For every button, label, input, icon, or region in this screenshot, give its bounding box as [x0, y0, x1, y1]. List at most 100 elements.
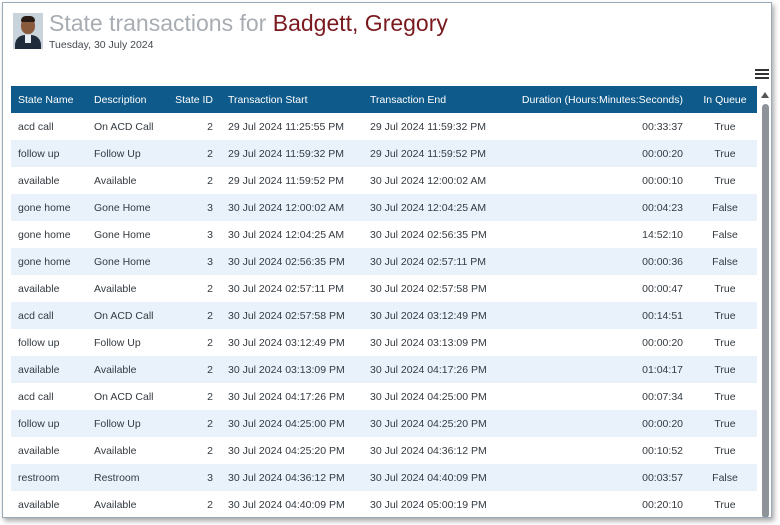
cell-transaction-end: 30 Jul 2024 02:57:58 PM [363, 275, 513, 302]
cell-in-queue: False [693, 221, 757, 248]
table-row[interactable]: follow up Follow Up 2 30 Jul 2024 03:12:49 … [11, 329, 757, 356]
cell-description: On ACD Call [87, 302, 165, 329]
table-row[interactable]: follow up Follow Up 2 29 Jul 2024 11:59:32 … [11, 140, 757, 167]
column-header-in-queue[interactable]: In Queue [693, 86, 757, 113]
cell-state-name: gone home [11, 221, 87, 248]
cell-transaction-end: 30 Jul 2024 04:40:09 PM [363, 464, 513, 491]
table-row[interactable]: available Available 2 30 Jul 2024 02:57:11 … [11, 275, 757, 302]
cell-transaction-start: 30 Jul 2024 04:40:09 PM [221, 491, 363, 517]
table-row[interactable]: available Available 2 30 Jul 2024 03:13:09 … [11, 356, 757, 383]
vertical-scrollbar[interactable] [759, 86, 771, 517]
cell-transaction-start: 30 Jul 2024 04:17:26 PM [221, 383, 363, 410]
cell-duration: 14:52:10 [513, 221, 693, 248]
cell-transaction-end: 30 Jul 2024 12:00:02 AM [363, 167, 513, 194]
column-header-transaction-end[interactable]: Transaction End [363, 86, 513, 113]
hamburger-menu-icon[interactable] [755, 67, 769, 81]
cell-transaction-end: 29 Jul 2024 11:59:32 PM [363, 113, 513, 140]
cell-state-name: restroom [11, 464, 87, 491]
cell-state-name: available [11, 356, 87, 383]
cell-transaction-end: 30 Jul 2024 02:56:35 PM [363, 221, 513, 248]
cell-state-id: 2 [165, 167, 221, 194]
cell-transaction-start: 30 Jul 2024 03:13:09 PM [221, 356, 363, 383]
cell-description: On ACD Call [87, 383, 165, 410]
cell-state-name: available [11, 275, 87, 302]
cell-transaction-start: 30 Jul 2024 02:57:58 PM [221, 302, 363, 329]
cell-state-name: acd call [11, 113, 87, 140]
table-row[interactable]: acd call On ACD Call 2 30 Jul 2024 04:17:26… [11, 383, 757, 410]
cell-state-id: 3 [165, 221, 221, 248]
table-row[interactable]: gone home Gone Home 3 30 Jul 2024 12:04:25 … [11, 221, 757, 248]
cell-duration: 01:04:17 [513, 356, 693, 383]
cell-description: Available [87, 491, 165, 517]
cell-duration: 00:33:37 [513, 113, 693, 140]
cell-duration: 00:00:36 [513, 248, 693, 275]
cell-transaction-end: 30 Jul 2024 04:36:12 PM [363, 437, 513, 464]
cell-description: On ACD Call [87, 113, 165, 140]
cell-state-name: available [11, 491, 87, 517]
title-prefix: State transactions for [49, 10, 267, 36]
cell-transaction-end: 30 Jul 2024 03:13:09 PM [363, 329, 513, 356]
cell-in-queue: False [693, 194, 757, 221]
cell-transaction-end: 30 Jul 2024 05:00:19 PM [363, 491, 513, 517]
cell-state-name: available [11, 437, 87, 464]
cell-in-queue: True [693, 275, 757, 302]
cell-in-queue: False [693, 248, 757, 275]
column-header-state-name[interactable]: State Name [11, 86, 87, 113]
cell-description: Available [87, 437, 165, 464]
cell-duration: 00:04:23 [513, 194, 693, 221]
cell-transaction-end: 30 Jul 2024 04:25:20 PM [363, 410, 513, 437]
cell-state-id: 3 [165, 464, 221, 491]
column-header-transaction-start[interactable]: Transaction Start [221, 86, 363, 113]
cell-description: Follow Up [87, 410, 165, 437]
table-row[interactable]: acd call On ACD Call 2 30 Jul 2024 02:57:58… [11, 302, 757, 329]
table-row[interactable]: gone home Gone Home 3 30 Jul 2024 02:56:35 … [11, 248, 757, 275]
cell-transaction-start: 30 Jul 2024 12:04:25 AM [221, 221, 363, 248]
cell-duration: 00:00:20 [513, 410, 693, 437]
cell-transaction-start: 30 Jul 2024 04:36:12 PM [221, 464, 363, 491]
cell-state-id: 2 [165, 383, 221, 410]
table-row[interactable]: available Available 2 30 Jul 2024 04:25:20 … [11, 437, 757, 464]
scroll-up-arrow-icon[interactable] [761, 92, 769, 98]
cell-state-id: 3 [165, 194, 221, 221]
cell-duration: 00:10:52 [513, 437, 693, 464]
cell-transaction-start: 30 Jul 2024 03:12:49 PM [221, 329, 363, 356]
cell-state-id: 2 [165, 140, 221, 167]
cell-in-queue: False [693, 464, 757, 491]
cell-duration: 00:14:51 [513, 302, 693, 329]
cell-in-queue: True [693, 113, 757, 140]
cell-state-id: 2 [165, 113, 221, 140]
cell-duration: 00:20:10 [513, 491, 693, 517]
agent-name: Badgett, Gregory [272, 10, 448, 36]
cell-description: Gone Home [87, 221, 165, 248]
column-header-duration[interactable]: Duration (Hours:Minutes:Seconds) [513, 86, 693, 113]
column-header-description[interactable]: Description [87, 86, 165, 113]
table-row[interactable]: available Available 2 29 Jul 2024 11:59:52 … [11, 167, 757, 194]
cell-transaction-start: 29 Jul 2024 11:25:55 PM [221, 113, 363, 140]
cell-state-id: 2 [165, 329, 221, 356]
column-header-state-id[interactable]: State ID [165, 86, 221, 113]
cell-state-id: 2 [165, 410, 221, 437]
table-row[interactable]: gone home Gone Home 3 30 Jul 2024 12:00:02 … [11, 194, 757, 221]
cell-in-queue: True [693, 356, 757, 383]
cell-transaction-end: 30 Jul 2024 04:17:26 PM [363, 356, 513, 383]
cell-in-queue: True [693, 329, 757, 356]
cell-state-id: 2 [165, 356, 221, 383]
cell-state-name: available [11, 167, 87, 194]
table-header-row: State Name Description State ID Transact… [11, 86, 757, 113]
table-row[interactable]: restroom Restroom 3 30 Jul 2024 04:36:12 PM… [11, 464, 757, 491]
cell-in-queue: True [693, 140, 757, 167]
cell-duration: 00:00:20 [513, 329, 693, 356]
scrollbar-thumb[interactable] [762, 104, 769, 517]
cell-description: Restroom [87, 464, 165, 491]
table-row[interactable]: available Available 2 30 Jul 2024 04:40:09 … [11, 491, 757, 517]
table-row[interactable]: acd call On ACD Call 2 29 Jul 2024 11:25:55… [11, 113, 757, 140]
cell-in-queue: True [693, 437, 757, 464]
cell-state-name: gone home [11, 194, 87, 221]
cell-state-id: 3 [165, 248, 221, 275]
transactions-table: State Name Description State ID Transact… [11, 86, 757, 517]
table-body: acd call On ACD Call 2 29 Jul 2024 11:25:55… [11, 113, 757, 517]
cell-transaction-start: 29 Jul 2024 11:59:52 PM [221, 167, 363, 194]
cell-in-queue: True [693, 302, 757, 329]
table-row[interactable]: follow up Follow Up 2 30 Jul 2024 04:25:00 … [11, 410, 757, 437]
cell-in-queue: True [693, 383, 757, 410]
